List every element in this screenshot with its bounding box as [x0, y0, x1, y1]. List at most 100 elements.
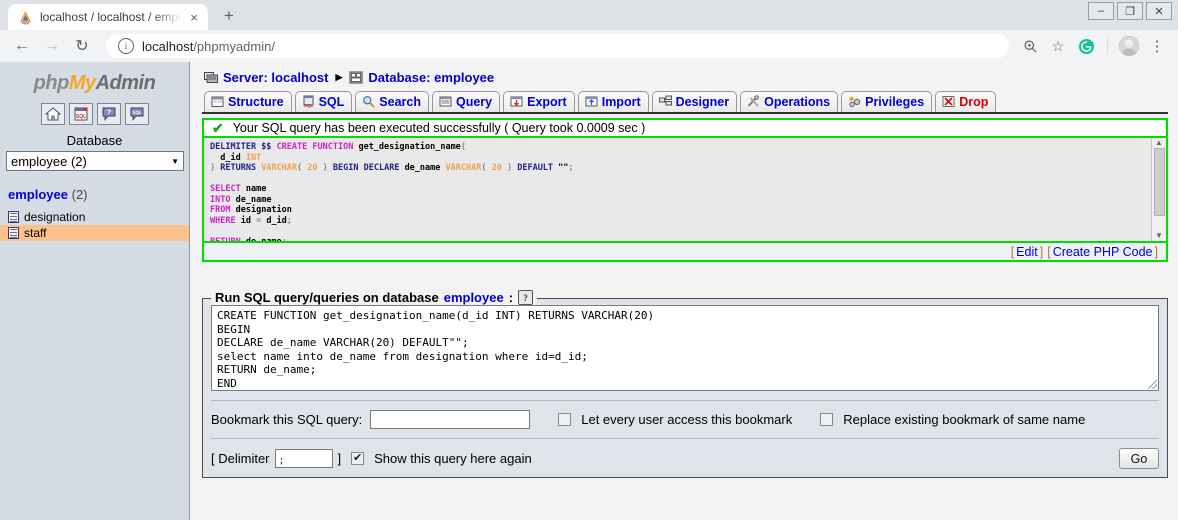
phpmyadmin-logo[interactable]: phpMyAdmin [0, 68, 189, 101]
restore-icon[interactable]: ❐ [1117, 2, 1143, 20]
browser-tab-strip: PMA localhost / localhost / employee | ×… [0, 0, 1178, 30]
main-content: Server: localhost ▶ Database: employee S… [190, 62, 1178, 520]
help-icon[interactable]: ? [518, 290, 534, 305]
scrollbar-thumb[interactable] [1153, 148, 1165, 216]
back-icon[interactable]: ← [8, 32, 36, 60]
code-line: ) RETURNS VARCHAR( 20 ) BEGIN DECLARE de… [210, 163, 574, 173]
bookmark-row: Bookmark this SQL query: Let every user … [211, 400, 1159, 429]
sql-doc-icon[interactable]: SQL [68, 103, 93, 125]
reload-icon[interactable]: ↻ [68, 32, 96, 60]
success-message-bar: ✔ Your SQL query has been executed succe… [202, 118, 1168, 138]
tab-designer[interactable]: Designer [651, 91, 738, 112]
close-icon[interactable]: × [186, 9, 202, 25]
close-window-icon[interactable]: ✕ [1146, 2, 1172, 20]
address-bar[interactable]: i localhost/phpmyadmin/ [106, 34, 1009, 58]
database-icon [349, 71, 363, 84]
current-database-heading[interactable]: employee (2) [0, 171, 189, 204]
create-php-code-link[interactable]: Create PHP Code [1053, 245, 1153, 259]
zoom-icon[interactable] [1017, 33, 1043, 59]
browser-menu-icon[interactable]: ⋮ [1144, 33, 1170, 59]
minimize-icon[interactable]: – [1088, 2, 1114, 20]
avatar[interactable] [1116, 33, 1142, 59]
delimiter-close-bracket: ] [337, 451, 342, 466]
page-tabs: Structure SQL SQL Search Query Export Im… [202, 91, 1168, 114]
new-tab-button[interactable]: + [215, 1, 243, 29]
table-icon [8, 227, 19, 239]
let-every-user-checkbox[interactable] [558, 413, 572, 426]
browser-tab[interactable]: PMA localhost / localhost / employee | × [8, 4, 208, 30]
table-icon [8, 211, 19, 223]
scroll-down-icon[interactable]: ▼ [1155, 232, 1163, 240]
tab-sql[interactable]: SQL SQL [294, 91, 353, 112]
forward-icon[interactable]: → [38, 32, 66, 60]
table-list: designation staff [0, 209, 189, 241]
breadcrumb: Server: localhost ▶ Database: employee [202, 68, 1168, 91]
toolbar-divider [1107, 38, 1108, 54]
help-bubble-icon[interactable]: ? [96, 103, 121, 125]
tab-privileges[interactable]: Privileges [841, 91, 933, 112]
tab-label: SQL [318, 94, 345, 109]
legend-suffix: : [508, 290, 514, 305]
tab-label: Query [455, 94, 493, 109]
bracket-open-2: [ [1047, 244, 1051, 259]
show-query-checkbox[interactable]: ✔ [351, 452, 365, 465]
search-icon [362, 95, 376, 108]
code-line: FROM designation [210, 205, 292, 215]
sidebar-table-designation[interactable]: designation [0, 209, 189, 225]
tab-export[interactable]: Export [503, 91, 575, 112]
sidebar-table-staff[interactable]: staff [0, 225, 189, 241]
browser-window: PMA localhost / localhost / employee | ×… [0, 0, 1178, 520]
bookmark-name-input[interactable] [370, 410, 531, 429]
replace-bookmark-checkbox[interactable] [820, 413, 834, 426]
let-every-user-label: Let every user access this bookmark [581, 412, 793, 427]
database-select[interactable]: employee (2) ▼ [6, 151, 184, 171]
table-label: designation [24, 210, 86, 224]
home-icon[interactable] [40, 103, 65, 125]
code-line: RETURN de_name; [210, 237, 1145, 242]
tab-label: Operations [764, 94, 831, 109]
code-line: WHERE id = d_id; [210, 215, 292, 226]
sql-bubble-icon[interactable]: SQL [124, 103, 149, 125]
operations-icon [747, 95, 760, 108]
structure-icon [211, 95, 224, 108]
bookmark-star-icon[interactable]: ☆ [1045, 33, 1071, 59]
tab-search[interactable]: Search [355, 91, 429, 112]
scroll-up-icon[interactable]: ▲ [1155, 139, 1163, 147]
legend-prefix: Run SQL query/queries on database [215, 290, 439, 305]
go-button[interactable]: Go [1119, 448, 1159, 469]
address-bar-url: localhost/phpmyadmin/ [142, 39, 275, 54]
executed-query-code: DELIMITER $$ CREATE FUNCTION get_designa… [204, 138, 1151, 241]
edit-query-link[interactable]: Edit [1016, 245, 1038, 259]
logo-my: My [68, 72, 96, 94]
designer-icon [658, 95, 672, 108]
site-info-icon[interactable]: i [118, 38, 134, 54]
bracket-close-2: ] [1154, 244, 1158, 259]
check-icon: ✔ [212, 120, 224, 136]
breadcrumb-database[interactable]: Database: employee [368, 70, 494, 85]
tab-operations[interactable]: Operations [740, 91, 839, 112]
url-path: /phpmyadmin/ [193, 38, 275, 54]
current-database-count: (2) [71, 187, 88, 202]
page-body: phpMyAdmin SQL ? SQL Database employee (… [0, 62, 1178, 520]
svg-text:?: ? [106, 110, 110, 117]
tab-structure[interactable]: Structure [204, 91, 292, 112]
tab-query[interactable]: Query [431, 91, 501, 112]
textarea-resize-handle[interactable] [1148, 380, 1157, 389]
tab-import[interactable]: Import [577, 91, 649, 112]
grammarly-icon[interactable] [1073, 33, 1099, 59]
code-line: SELECT name [210, 184, 267, 194]
code-scrollbar[interactable]: ▲ ▼ [1151, 138, 1166, 241]
window-controls: – ❐ ✕ [1088, 2, 1172, 20]
code-line: DELIMITER $$ CREATE FUNCTION get_designa… [210, 142, 466, 152]
delimiter-label: [ Delimiter [211, 451, 270, 466]
breadcrumb-server[interactable]: Server: localhost [223, 70, 329, 85]
delimiter-input[interactable]: ; [274, 449, 333, 468]
query-icon [439, 95, 452, 108]
legend-database-name[interactable]: employee [444, 290, 504, 305]
tab-label: Search [379, 94, 421, 109]
sql-query-textarea[interactable]: CREATE FUNCTION get_designation_name(d_i… [211, 305, 1159, 391]
tab-drop[interactable]: Drop [935, 91, 997, 112]
tab-label: Structure [228, 94, 284, 109]
